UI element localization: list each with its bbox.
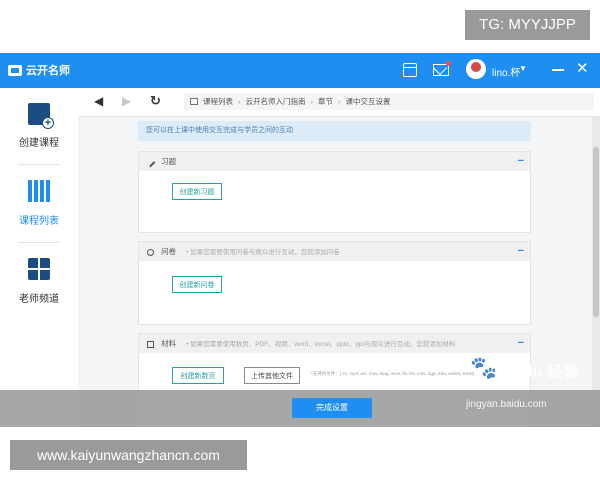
breadcrumb-separator: › — [338, 97, 341, 106]
sidebar-item-label: 课程列表 — [19, 216, 59, 227]
toolbar: ◀ ▶ ↻ 课程列表 › 云开名师入门指南 › 章节 › 课中交互设置 — [78, 88, 600, 117]
file-types-hint: *支持的文件：(.zz,.mp4,.avi,.mov,.mpg,.wmv,.fl… — [311, 371, 475, 376]
scroll-thumb[interactable] — [593, 147, 599, 317]
calendar-icon[interactable] — [403, 63, 417, 77]
panel-title: 材料 — [161, 339, 177, 348]
teacher-channel-icon — [28, 258, 50, 280]
tg-badge: TG: MYYJJPP — [465, 10, 590, 40]
breadcrumb: 课程列表 › 云开名师入门指南 › 章节 › 课中交互设置 — [184, 93, 594, 110]
watermark-brand: Bai du 经验 — [494, 364, 579, 381]
collapse-icon[interactable]: − — [518, 152, 524, 171]
collapse-icon[interactable]: − — [518, 334, 524, 353]
material-icon — [147, 340, 154, 348]
info-banner: 您可以在上课中使用交互完成与学员之间的互动 — [138, 121, 531, 141]
sidebar-item-label: 老师频道 — [19, 294, 59, 305]
scrollbar[interactable] — [592, 117, 600, 427]
panel-title: 问卷 — [161, 247, 177, 256]
baidu-watermark: 🐾 Bai du 经验 jingyan.baidu.com — [466, 355, 591, 415]
logo-icon — [8, 64, 22, 76]
finish-settings-button[interactable]: 完成设置 — [292, 398, 372, 418]
panel-header: 材料 • 如果您需要使用数页、PDF、视频、word、excel、pptx、pp… — [139, 334, 530, 353]
breadcrumb-item[interactable]: 课程列表 — [203, 96, 233, 107]
breadcrumb-separator: › — [238, 97, 241, 106]
sidebar-item-course-list[interactable]: 课程列表 — [0, 166, 78, 241]
sidebar-item-teacher-channel[interactable]: 老师频道 — [0, 244, 78, 319]
breadcrumb-item[interactable]: 章节 — [318, 96, 333, 107]
pencil-icon — [145, 157, 156, 167]
panel-hint: • 如果您需要使用数页、PDF、视频、word、excel、pptx、ppt与观… — [186, 341, 456, 348]
forward-icon[interactable]: ▶ — [122, 94, 131, 108]
notification-dot — [446, 61, 451, 66]
panel-exercises: 习题 − 创建新习题 — [138, 151, 531, 233]
create-slides-button[interactable]: 创建新数页 — [172, 367, 224, 384]
create-questionnaire-button[interactable]: 创建新问卷 — [172, 276, 222, 293]
sidebar: 创建课程 课程列表 老师频道 — [0, 88, 78, 427]
panel-title: 习题 — [161, 157, 177, 166]
minimize-icon[interactable] — [552, 69, 564, 71]
create-exercise-button[interactable]: 创建新习题 — [172, 183, 222, 200]
panel-header: 问卷 • 如果您需要使用问卷与观众进行互动，您就添加问卷 − — [139, 242, 530, 261]
panel-header: 习题 − — [139, 152, 530, 171]
home-icon[interactable] — [190, 98, 198, 105]
refresh-icon[interactable]: ↻ — [150, 93, 161, 109]
breadcrumb-item[interactable]: 云开名师入门指南 — [246, 96, 306, 107]
back-icon[interactable]: ◀ — [94, 94, 103, 108]
panel-questionnaire: 问卷 • 如果您需要使用问卷与观众进行互动，您就添加问卷 − 创建新问卷 — [138, 241, 531, 325]
divider — [18, 242, 60, 243]
watermark-url: jingyan.baidu.com — [466, 399, 547, 410]
site-badge: www.kaiyunwangzhancn.com — [10, 440, 247, 470]
upload-file-button[interactable]: 上传其他文件 — [244, 367, 300, 384]
collapse-icon[interactable]: − — [518, 242, 524, 261]
app-name: 云开名师 — [26, 65, 70, 77]
sidebar-item-label: 创建课程 — [19, 138, 59, 149]
question-icon — [147, 248, 154, 256]
title-bar: 云开名师 lino.杯 ▼ ✕ — [0, 53, 600, 88]
divider — [18, 164, 60, 165]
sidebar-item-create-course[interactable]: 创建课程 — [0, 88, 78, 163]
create-course-icon — [28, 103, 54, 129]
close-icon[interactable]: ✕ — [576, 61, 589, 77]
breadcrumb-separator: › — [310, 97, 314, 106]
avatar[interactable] — [466, 59, 486, 79]
app-logo: 云开名师 — [8, 62, 70, 78]
chevron-down-icon[interactable]: ▼ — [519, 64, 527, 73]
breadcrumb-item: 课中交互设置 — [345, 97, 391, 106]
panel-hint: • 如果您需要使用问卷与观众进行互动，您就添加问卷 — [186, 249, 340, 256]
paw-icon: 🐾 — [470, 355, 498, 380]
course-list-icon — [28, 180, 50, 202]
username[interactable]: lino.杯 — [492, 64, 520, 79]
